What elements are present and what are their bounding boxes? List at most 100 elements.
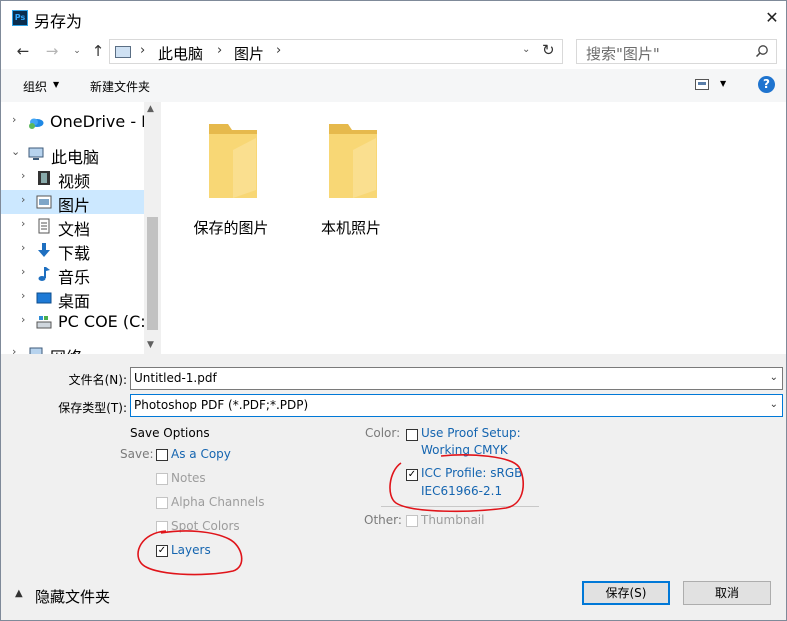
collapse-caret-icon[interactable]: ▲ bbox=[15, 588, 23, 599]
back-arrow-icon[interactable]: ← bbox=[13, 41, 33, 61]
folder-label: 保存的图片 bbox=[193, 219, 269, 237]
search-icon[interactable] bbox=[755, 44, 769, 58]
tree-item-network[interactable]: › 网络 bbox=[1, 342, 144, 354]
expand-chevron-icon[interactable]: › bbox=[21, 241, 25, 254]
filetype-label: 保存类型(T): bbox=[58, 401, 127, 415]
up-arrow-icon[interactable]: ↑ bbox=[88, 41, 108, 61]
recent-locations-chevron-icon[interactable]: ⌄ bbox=[67, 41, 87, 61]
thumbnail-label: Thumbnail bbox=[421, 513, 485, 527]
tree-item-documents[interactable]: › 文档 bbox=[1, 214, 144, 239]
other-label: Other: bbox=[364, 513, 402, 527]
expand-chevron-icon[interactable]: › bbox=[21, 313, 25, 326]
desktop-icon bbox=[36, 292, 52, 304]
navigation-pane: › OneDrive - F ⌄ 此电脑 › 视频 › 图片 › 文档 › 下载 bbox=[1, 102, 160, 354]
breadcrumb-separator-icon: › bbox=[217, 43, 223, 58]
chevron-down-icon[interactable]: ⌄ bbox=[770, 399, 778, 410]
save-label: Save: bbox=[120, 447, 154, 461]
tree-item-label: OneDrive - F bbox=[50, 112, 151, 131]
tree-item-desktop[interactable]: › 桌面 bbox=[1, 286, 144, 311]
folder-label: 本机照片 bbox=[320, 219, 381, 237]
tree-item-music[interactable]: › 音乐 bbox=[1, 262, 144, 287]
tree-item-drive-c[interactable]: › PC COE (C:) bbox=[1, 310, 152, 334]
chevron-down-icon[interactable]: ⌄ bbox=[770, 372, 778, 383]
pc-icon bbox=[115, 46, 131, 58]
folder-icon bbox=[329, 124, 377, 198]
window-title: 另存为 bbox=[34, 12, 83, 31]
organize-caret-icon[interactable]: ▼ bbox=[53, 80, 59, 89]
folder-item[interactable]: 本机照片 bbox=[301, 112, 401, 237]
search-input[interactable]: 搜索"图片" bbox=[576, 39, 777, 64]
working-cmyk-label: Working CMYK bbox=[421, 443, 508, 457]
breadcrumb-separator-icon: › bbox=[276, 43, 282, 58]
network-icon bbox=[29, 347, 43, 354]
music-icon bbox=[38, 267, 50, 281]
use-proof-setup-checkbox[interactable] bbox=[406, 429, 418, 441]
file-list: 保存的图片 本机照片 bbox=[161, 102, 786, 354]
icc-profile-label[interactable]: ICC Profile: sRGB bbox=[421, 466, 522, 480]
icc-profile-checkbox[interactable] bbox=[406, 469, 418, 481]
tree-item-videos[interactable]: › 视频 bbox=[1, 166, 144, 191]
tree-item-pictures[interactable]: › 图片 bbox=[1, 190, 144, 215]
title-bar: Ps 另存为 ✕ bbox=[1, 1, 786, 35]
filetype-value: Photoshop PDF (*.PDF;*.PDP) bbox=[134, 398, 309, 412]
breadcrumb-pictures[interactable]: 图片 bbox=[234, 43, 264, 64]
collapse-chevron-icon[interactable]: ⌄ bbox=[11, 145, 20, 158]
search-placeholder: 搜索"图片" bbox=[586, 45, 660, 63]
expand-chevron-icon[interactable]: › bbox=[21, 169, 25, 182]
save-options-heading: Save Options bbox=[130, 426, 210, 440]
tree-item-onedrive[interactable]: › OneDrive - F bbox=[1, 110, 150, 134]
options-divider bbox=[381, 506, 539, 507]
address-bar[interactable]: › 此电脑 › 图片 › ⌄ ↻ bbox=[109, 39, 563, 64]
tree-item-label: 桌面 bbox=[58, 292, 91, 311]
download-icon bbox=[38, 243, 50, 257]
expand-chevron-icon[interactable]: › bbox=[21, 217, 25, 230]
save-button[interactable]: 保存(S) bbox=[582, 581, 670, 605]
filename-field[interactable]: Untitled-1.pdf ⌄ bbox=[130, 367, 783, 390]
pc-icon bbox=[28, 147, 44, 160]
document-icon bbox=[38, 218, 50, 234]
scrollbar-thumb[interactable] bbox=[147, 217, 158, 330]
expand-chevron-icon[interactable]: › bbox=[12, 345, 16, 354]
expand-chevron-icon[interactable]: › bbox=[21, 193, 25, 206]
folder-item[interactable]: 保存的图片 bbox=[181, 112, 281, 237]
scroll-down-icon[interactable]: ▼ bbox=[147, 340, 154, 350]
cancel-button[interactable]: 取消 bbox=[683, 581, 771, 605]
expand-chevron-icon[interactable]: › bbox=[12, 113, 16, 126]
notes-checkbox bbox=[156, 473, 168, 485]
pictures-icon bbox=[36, 195, 52, 209]
layers-label[interactable]: Layers bbox=[171, 543, 211, 557]
layers-checkbox[interactable] bbox=[156, 545, 168, 557]
help-icon[interactable]: ? bbox=[758, 76, 775, 93]
icc-profile-name: IEC61966-2.1 bbox=[421, 484, 503, 498]
filename-value: Untitled-1.pdf bbox=[134, 371, 217, 385]
thumbnail-checkbox bbox=[406, 515, 418, 527]
tree-item-label: 文档 bbox=[58, 220, 91, 239]
forward-arrow-icon[interactable]: → bbox=[42, 41, 62, 61]
close-icon[interactable]: ✕ bbox=[757, 3, 787, 33]
as-a-copy-label[interactable]: As a Copy bbox=[171, 447, 231, 461]
use-proof-setup-label[interactable]: Use Proof Setup: bbox=[421, 426, 521, 440]
as-a-copy-checkbox[interactable] bbox=[156, 449, 168, 461]
address-row: ← → ⌄ ↑ › 此电脑 › 图片 › ⌄ ↻ 搜索"图片" bbox=[1, 35, 786, 69]
view-mode-caret-icon[interactable]: ▼ bbox=[720, 79, 726, 88]
filetype-select[interactable]: Photoshop PDF (*.PDF;*.PDP) ⌄ bbox=[130, 394, 783, 417]
tree-item-label: 下载 bbox=[58, 244, 91, 263]
tree-item-label: 视频 bbox=[58, 172, 91, 191]
tree-item-label: 图片 bbox=[58, 196, 91, 215]
navigation-scrollbar[interactable]: ▲ ▼ bbox=[144, 102, 160, 354]
address-dropdown-icon[interactable]: ⌄ bbox=[522, 44, 530, 55]
breadcrumb-this-pc[interactable]: 此电脑 bbox=[158, 43, 203, 64]
hide-folders-label[interactable]: 隐藏文件夹 bbox=[35, 586, 110, 607]
spot-colors-checkbox bbox=[156, 521, 168, 533]
view-mode-icon[interactable] bbox=[695, 79, 709, 90]
new-folder-button[interactable]: 新建文件夹 bbox=[90, 78, 150, 95]
scroll-up-icon[interactable]: ▲ bbox=[147, 104, 154, 114]
expand-chevron-icon[interactable]: › bbox=[21, 265, 25, 278]
organize-menu-button[interactable]: 组织 bbox=[23, 78, 47, 95]
tree-item-this-pc[interactable]: ⌄ 此电脑 bbox=[1, 142, 144, 167]
filename-label: 文件名(N): bbox=[68, 373, 127, 387]
tree-item-downloads[interactable]: › 下载 bbox=[1, 238, 144, 263]
tree-item-label: 音乐 bbox=[58, 268, 91, 287]
refresh-icon[interactable]: ↻ bbox=[542, 41, 555, 59]
expand-chevron-icon[interactable]: › bbox=[21, 289, 25, 302]
